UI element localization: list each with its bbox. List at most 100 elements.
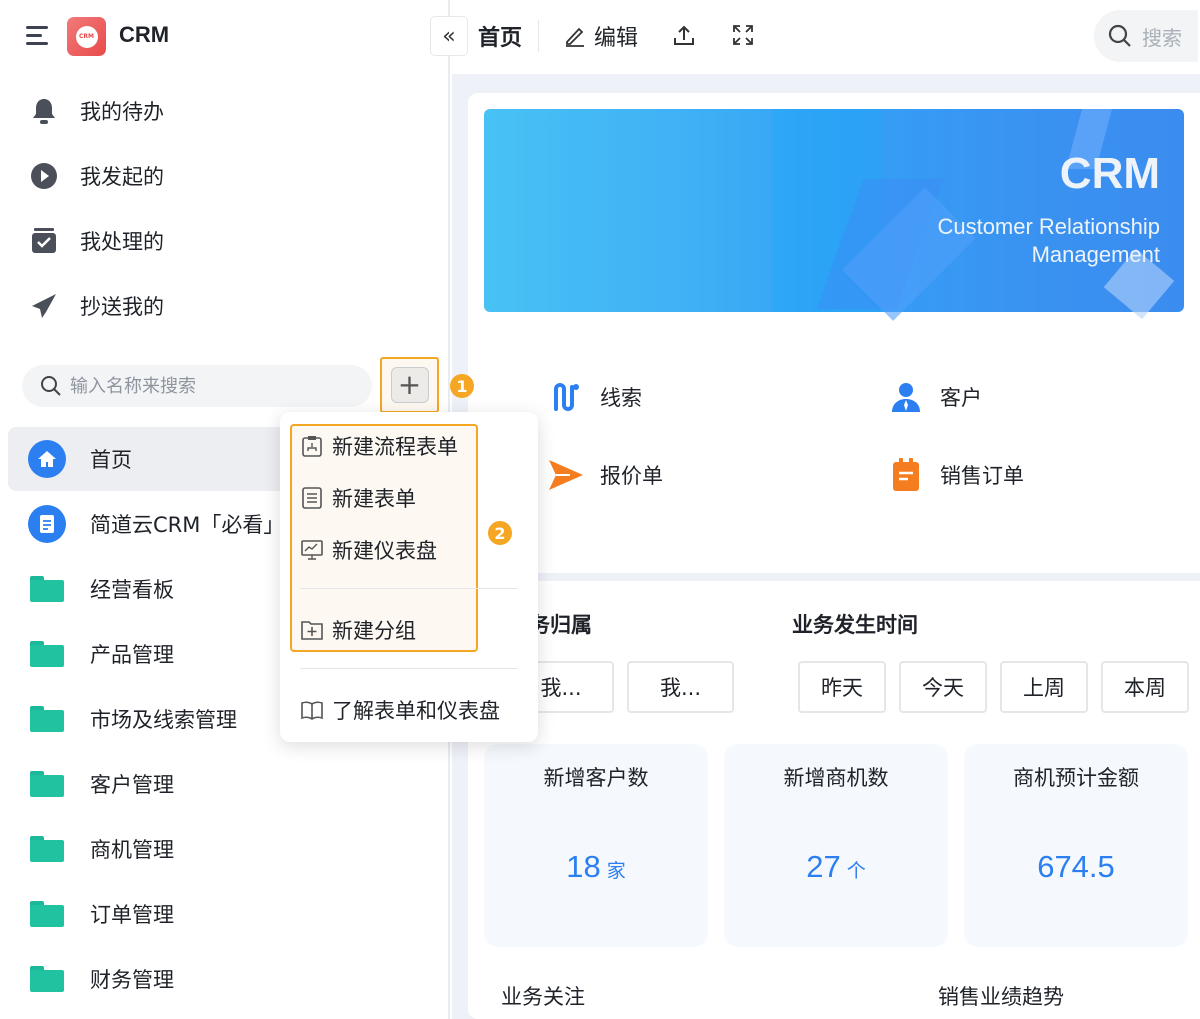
menu-icon[interactable] <box>26 26 48 46</box>
nav-my-todo[interactable]: 我的待办 <box>30 96 164 126</box>
menu-item-label: 新建分组 <box>332 619 416 643</box>
stat-number: 674.5 <box>1037 849 1115 884</box>
sidebar-search-input[interactable] <box>70 375 350 397</box>
stat-value: 18 家 <box>484 849 708 885</box>
nav-folder[interactable]: 订单管理 <box>8 882 448 946</box>
stat-value: 27 个 <box>724 849 948 885</box>
folder-icon <box>28 570 66 608</box>
stat-title: 新增客户数 <box>543 766 649 790</box>
menu-item-new-group[interactable]: 新建分组 <box>300 615 416 645</box>
menu-divider <box>300 668 518 669</box>
nav-label: 客户管理 <box>90 773 174 797</box>
callout-badge-2: 2 <box>488 521 512 545</box>
send-icon <box>548 457 584 493</box>
paper-plane-icon <box>30 292 58 320</box>
global-search[interactable]: 搜索 <box>1094 10 1198 62</box>
sidebar-search[interactable] <box>22 365 372 407</box>
stat-number: 27 <box>806 849 841 884</box>
banner: CRM Customer Relationship Management <box>484 109 1184 321</box>
stat-card[interactable]: 新增商机数 27 个 <box>724 744 948 947</box>
app-name: CRM <box>119 22 170 47</box>
nav-folder[interactable]: 客户管理 <box>8 752 448 816</box>
folder-icon <box>28 635 66 673</box>
form-icon <box>300 486 324 510</box>
nav-folder[interactable]: 商机管理 <box>8 817 448 881</box>
folder-icon <box>28 765 66 803</box>
route-icon <box>548 379 584 415</box>
nav-label: 产品管理 <box>90 643 174 667</box>
dashboard-card: 业务归属 我... 我... 业务发生时间 昨天 今天 上周 本周 新增客户数 … <box>468 581 1200 1019</box>
search-icon <box>1108 24 1131 47</box>
menu-item-learn[interactable]: 了解表单和仪表盘 <box>300 695 500 725</box>
nav-label: 首页 <box>90 448 132 472</box>
menu-item-new-dashboard[interactable]: 新建仪表盘 <box>300 535 437 565</box>
main-content: CRM Customer Relationship Management 线索 … <box>452 74 1200 1019</box>
nav-cc[interactable]: 抄送我的 <box>30 291 164 321</box>
time-option-today[interactable]: 今天 <box>899 661 987 713</box>
banner-title: CRM <box>1059 149 1160 198</box>
add-button[interactable]: + <box>390 367 429 403</box>
shortcut-leads[interactable]: 线索 <box>548 379 642 415</box>
top-bar: 首页 编辑 <box>452 0 1200 74</box>
nav-label: 我发起的 <box>80 165 164 189</box>
shortcut-label: 报价单 <box>600 464 663 488</box>
folder-icon <box>28 830 66 868</box>
stat-number: 18 <box>566 849 601 884</box>
edit-button[interactable]: 编辑 <box>564 20 638 52</box>
book-icon <box>300 698 324 722</box>
nav-folder[interactable]: 财务管理 <box>8 947 448 1011</box>
nav-label: 市场及线索管理 <box>90 708 237 732</box>
shortcut-label: 客户 <box>940 386 982 410</box>
time-option-this-week[interactable]: 本周 <box>1101 661 1189 713</box>
collapse-sidebar-button[interactable]: « <box>430 16 468 56</box>
time-option-yesterday[interactable]: 昨天 <box>798 661 886 713</box>
search-placeholder: 搜索 <box>1142 25 1182 50</box>
share-button[interactable] <box>672 24 696 48</box>
nav-label: 商机管理 <box>90 838 174 862</box>
menu-item-label: 新建表单 <box>332 487 416 511</box>
user-icon <box>888 379 924 415</box>
folder-icon <box>28 960 66 998</box>
stat-title: 新增商机数 <box>783 766 889 790</box>
folder-plus-icon <box>300 618 324 642</box>
nav-label: 订单管理 <box>90 903 174 927</box>
menu-item-label: 了解表单和仪表盘 <box>332 699 500 723</box>
stat-unit: 家 <box>606 861 626 882</box>
folder-icon <box>28 895 66 933</box>
nav-handled[interactable]: 我处理的 <box>30 226 164 256</box>
pencil-icon <box>566 27 584 47</box>
shortcut-sales-orders[interactable]: 销售订单 <box>888 457 1024 493</box>
folder-icon <box>28 700 66 738</box>
app-logo: CRM <box>67 17 106 56</box>
nav-label: 财务管理 <box>90 968 174 992</box>
shortcut-quotes[interactable]: 报价单 <box>548 457 663 493</box>
document-icon <box>28 505 66 543</box>
time-option-last-week[interactable]: 上周 <box>1000 661 1088 713</box>
nav-initiated[interactable]: 我发起的 <box>30 161 164 191</box>
banner-subtitle: Customer Relationship Management <box>937 214 1160 267</box>
nav-label: 简道云CRM「必看」 <box>90 513 285 537</box>
stat-title: 商机预计金额 <box>1013 766 1139 790</box>
stat-card[interactable]: 新增客户数 18 家 <box>484 744 708 947</box>
nav-label: 我处理的 <box>80 230 164 254</box>
divider <box>538 20 539 52</box>
create-menu: 新建流程表单 新建表单 新建仪表盘 新建分组 了解表单和仪表盘 <box>280 412 538 742</box>
fullscreen-button[interactable] <box>732 24 754 46</box>
search-icon <box>41 376 61 396</box>
fullscreen-icon <box>733 25 753 45</box>
section-title-focus: 业务关注 <box>501 985 585 1009</box>
menu-item-new-form[interactable]: 新建表单 <box>300 483 416 513</box>
time-filter-label: 业务发生时间 <box>792 613 918 637</box>
double-chevron-left-icon: « <box>442 23 456 49</box>
callout-badge-1: 1 <box>450 374 474 398</box>
shortcut-customers[interactable]: 客户 <box>888 379 982 415</box>
checked-box-icon <box>30 227 58 255</box>
stat-card[interactable]: 商机预计金额 674.5 <box>964 744 1188 947</box>
menu-item-new-workflow-form[interactable]: 新建流程表单 <box>300 431 458 461</box>
menu-divider <box>300 588 518 589</box>
shortcut-label: 销售订单 <box>940 464 1024 488</box>
owner-option[interactable]: 我... <box>627 661 734 713</box>
upload-icon <box>674 25 694 45</box>
workflow-form-icon <box>300 434 324 458</box>
nav-label: 经营看板 <box>90 578 174 602</box>
